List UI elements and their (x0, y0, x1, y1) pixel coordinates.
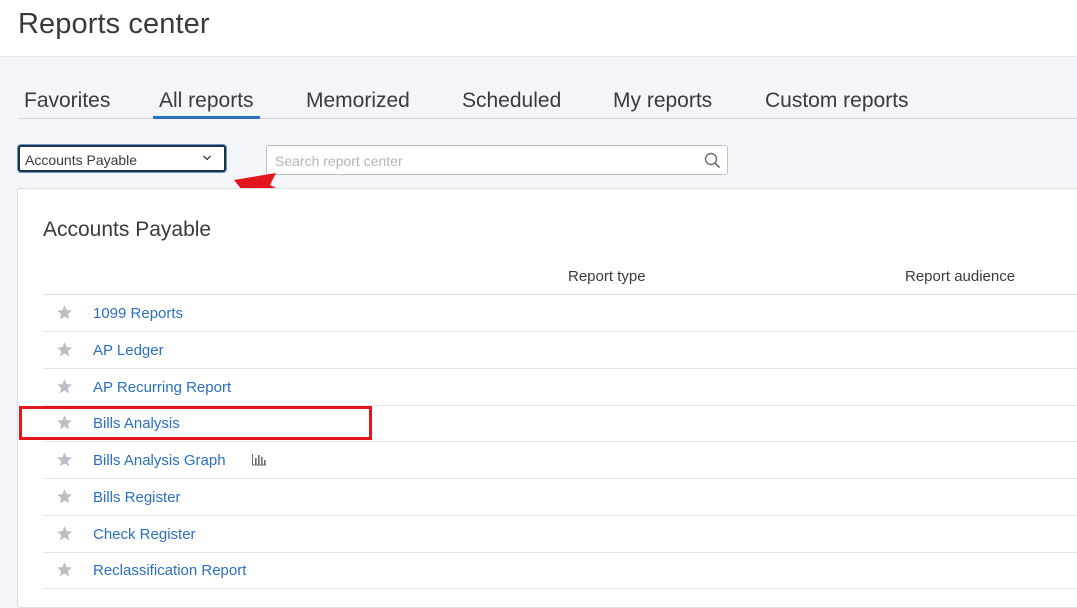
report-row: Bills Analysis Graph (43, 442, 1077, 479)
tab-all-reports[interactable]: All reports (153, 88, 260, 119)
bar-chart-icon (252, 454, 266, 466)
report-tabs: Favorites All reports Memorized Schedule… (0, 88, 1077, 120)
tab-custom-reports[interactable]: Custom reports (759, 88, 915, 119)
star-icon[interactable] (56, 341, 73, 358)
report-row: Reclassification Report (43, 552, 1077, 589)
dropdown-selected-value: Accounts Payable (25, 152, 138, 168)
report-link-check-register[interactable]: Check Register (93, 526, 196, 543)
report-row: Bills Register (43, 479, 1077, 516)
tab-scheduled[interactable]: Scheduled (456, 88, 567, 119)
report-row: 1099 Reports (43, 295, 1077, 332)
report-row: AP Recurring Report (43, 369, 1077, 406)
annotation-highlight-box (19, 406, 372, 440)
star-icon[interactable] (56, 451, 73, 468)
star-icon[interactable] (56, 378, 73, 395)
tab-memorized[interactable]: Memorized (300, 88, 416, 119)
search-box (266, 145, 728, 175)
star-icon[interactable] (56, 561, 73, 578)
report-row: AP Ledger (43, 332, 1077, 369)
search-icon[interactable] (704, 152, 721, 169)
report-link-ap-ledger[interactable]: AP Ledger (93, 342, 164, 359)
report-link-bills-register[interactable]: Bills Register (93, 489, 181, 506)
page-title: Reports center (18, 8, 210, 40)
column-header-report-audience: Report audience (905, 268, 1016, 285)
tab-my-reports[interactable]: My reports (607, 88, 718, 119)
report-row: Check Register (43, 516, 1077, 553)
report-category-dropdown[interactable]: Accounts Payable (18, 145, 226, 172)
star-icon[interactable] (56, 488, 73, 505)
section-title: Accounts Payable (43, 218, 212, 241)
search-input[interactable] (273, 150, 697, 172)
report-link-reclassification-report[interactable]: Reclassification Report (93, 562, 246, 579)
star-icon[interactable] (56, 525, 73, 542)
column-header-report-type: Report type (568, 268, 646, 285)
page-header: Reports center (0, 0, 1077, 57)
report-link-ap-recurring-report[interactable]: AP Recurring Report (93, 379, 231, 396)
report-link-bills-analysis-graph[interactable]: Bills Analysis Graph (93, 452, 226, 469)
chevron-down-icon (203, 155, 211, 161)
tab-favorites[interactable]: Favorites (18, 88, 116, 119)
star-icon[interactable] (56, 304, 73, 321)
report-link-1099-reports[interactable]: 1099 Reports (93, 305, 183, 322)
